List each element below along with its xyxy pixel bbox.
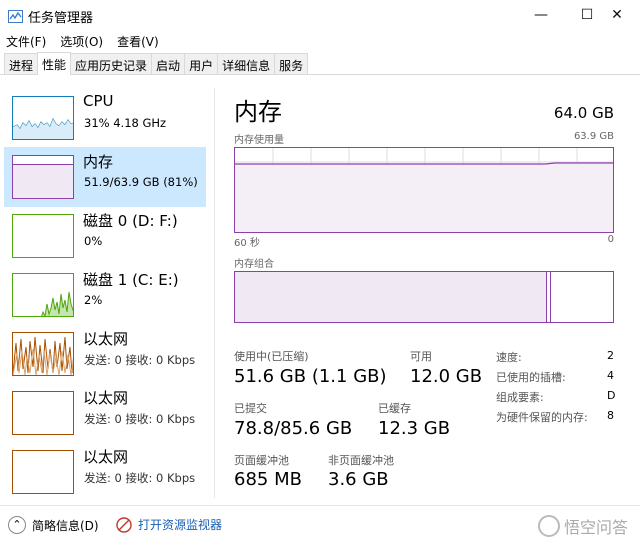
memory-usage-value: 51.9/63.9 GB (81%) (84, 175, 198, 189)
ethernet3-thumbnail-graph (12, 450, 74, 494)
speed-value: 2 (607, 349, 614, 362)
axis-left-label: 60 秒 (234, 238, 260, 249)
cached-value: 12.3 GB (378, 418, 451, 439)
disk0-label: 磁盘 0 (D: F:) (83, 212, 178, 230)
footer-bar: ⌃ 简略信息(D) 打开资源监视器 悟空问答 (0, 505, 640, 549)
in-use-value: 51.6 GB (1.1 GB) (234, 366, 387, 387)
sidebar-item-disk-1[interactable]: 磁盘 1 (C: E:) 2% (4, 265, 206, 325)
ethernet3-label: 以太网 (83, 448, 129, 466)
watermark-logo-icon (537, 515, 560, 537)
memory-usage-svg (235, 148, 613, 232)
form-factor-value: D (607, 389, 616, 402)
title-bar: 任务管理器 — ☐ ✕ (0, 0, 640, 30)
available-label: 可用 (410, 350, 432, 363)
cpu-usage-value: 31% 4.18 GHz (84, 116, 167, 130)
disk1-usage-value: 2% (84, 293, 103, 307)
page-title: 内存 (234, 98, 282, 126)
paged-pool-label: 页面缓冲池 (234, 454, 289, 467)
disk1-label: 磁盘 1 (C: E:) (83, 271, 179, 289)
open-resource-monitor-link[interactable]: 打开资源监视器 (116, 516, 222, 533)
cpu-label: CPU (83, 92, 114, 110)
close-icon: ✕ (611, 7, 623, 23)
resource-list: CPU 31% 4.18 GHz 内存 51.9/63.9 GB (81%) 磁… (0, 88, 208, 498)
tab-performance[interactable]: 性能 (37, 52, 72, 75)
usage-graph-max: 63.9 GB (573, 131, 614, 142)
ethernet1-label: 以太网 (83, 330, 129, 348)
memory-label: 内存 (83, 153, 114, 171)
memory-thumbnail-fill (13, 163, 73, 198)
axis-right-label: 0 (607, 234, 614, 245)
slots-used-label: 已使用的插槽: (496, 371, 566, 384)
composition-label: 内存组合 (234, 259, 274, 270)
maximize-icon: ☐ (580, 7, 594, 23)
menu-file[interactable]: 文件(F) (0, 33, 54, 50)
committed-label: 已提交 (234, 402, 267, 415)
memory-thumbnail-graph (12, 155, 74, 199)
available-value: 12.0 GB (410, 366, 483, 387)
sidebar-item-memory[interactable]: 内存 51.9/63.9 GB (81%) (4, 147, 206, 207)
ethernet2-throughput: 发送: 0 接收: 0 Kbps (84, 412, 196, 426)
close-button[interactable]: ✕ (594, 0, 640, 30)
nonpaged-pool-value: 3.6 GB (328, 469, 389, 490)
resource-monitor-icon (116, 516, 132, 533)
fewer-details-button[interactable]: ⌃ 简略信息(D) (8, 516, 99, 534)
sidebar-item-ethernet-1[interactable]: 以太网 发送: 0 接收: 0 Kbps (4, 324, 206, 384)
ethernet1-throughput: 发送: 0 接收: 0 Kbps (84, 353, 196, 367)
task-manager-app-icon (8, 8, 23, 23)
memory-total: 64.0 GB (553, 104, 614, 122)
resource-monitor-label: 打开资源监视器 (138, 518, 223, 532)
speed-label: 速度: (496, 351, 522, 364)
window-title: 任务管理器 (28, 11, 94, 26)
tab-details[interactable]: 详细信息 (217, 53, 276, 74)
ethernet1-thumbnail-graph (12, 332, 74, 376)
tab-services[interactable]: 服务 (274, 53, 309, 74)
tab-processes[interactable]: 进程 (4, 53, 39, 74)
pane-divider (214, 88, 215, 498)
menu-options[interactable]: 选项(O) (54, 33, 111, 50)
minimize-icon: — (534, 7, 548, 23)
sidebar-item-ethernet-2[interactable]: 以太网 发送: 0 接收: 0 Kbps (4, 383, 206, 443)
nonpaged-pool-label: 非页面缓冲池 (328, 454, 394, 467)
usage-graph-label: 内存使用量 (234, 135, 284, 146)
disk0-thumbnail-graph (12, 214, 74, 258)
memory-usage-area (235, 164, 613, 232)
minimize-button[interactable]: — (518, 0, 564, 30)
sidebar-item-disk-0[interactable]: 磁盘 0 (D: F:) 0% (4, 206, 206, 266)
menu-view[interactable]: 查看(V) (111, 33, 167, 50)
slots-used-value: 4 (607, 369, 614, 382)
hardware-reserved-label: 为硬件保留的内存: (496, 411, 588, 424)
disk1-thumbnail-graph (12, 273, 74, 317)
memory-usage-graph (234, 147, 614, 233)
hardware-reserved-value: 8 (607, 409, 614, 422)
watermark: 悟空问答 (537, 514, 628, 538)
in-use-label: 使用中(已压缩) (234, 350, 309, 363)
chevron-up-icon: ⌃ (8, 516, 26, 534)
paged-pool-value: 685 MB (234, 469, 302, 490)
cpu-thumbnail-graph (12, 96, 74, 140)
sidebar-item-cpu[interactable]: CPU 31% 4.18 GHz (4, 88, 206, 148)
ethernet2-thumbnail-graph (12, 391, 74, 435)
committed-value: 78.8/85.6 GB (234, 418, 353, 439)
fewer-details-label: 简略信息(D) (32, 518, 99, 533)
tab-strip: 进程 性能 应用历史记录 启动 用户 详细信息 服务 (0, 52, 640, 75)
cached-label: 已缓存 (378, 402, 411, 415)
memory-detail-panel: 内存 64.0 GB 内存使用量 63.9 GB 60 秒 0 内存组合 使用中… (222, 88, 640, 498)
memory-composition-bar (234, 271, 614, 323)
tab-users[interactable]: 用户 (184, 53, 219, 74)
composition-in-use-segment (235, 272, 547, 322)
disk0-usage-value: 0% (84, 234, 103, 248)
sidebar-item-ethernet-3[interactable]: 以太网 发送: 0 接收: 0 Kbps (4, 442, 206, 502)
watermark-text: 悟空问答 (563, 518, 628, 537)
form-factor-label: 组成要素: (496, 391, 544, 404)
composition-standby-segment (547, 272, 551, 322)
ethernet3-throughput: 发送: 0 接收: 0 Kbps (84, 471, 196, 485)
ethernet2-label: 以太网 (83, 389, 129, 407)
tab-app-history[interactable]: 应用历史记录 (70, 53, 153, 74)
menu-bar: 文件(F) 选项(O) 查看(V) (0, 30, 640, 52)
tab-startup[interactable]: 启动 (151, 53, 186, 74)
